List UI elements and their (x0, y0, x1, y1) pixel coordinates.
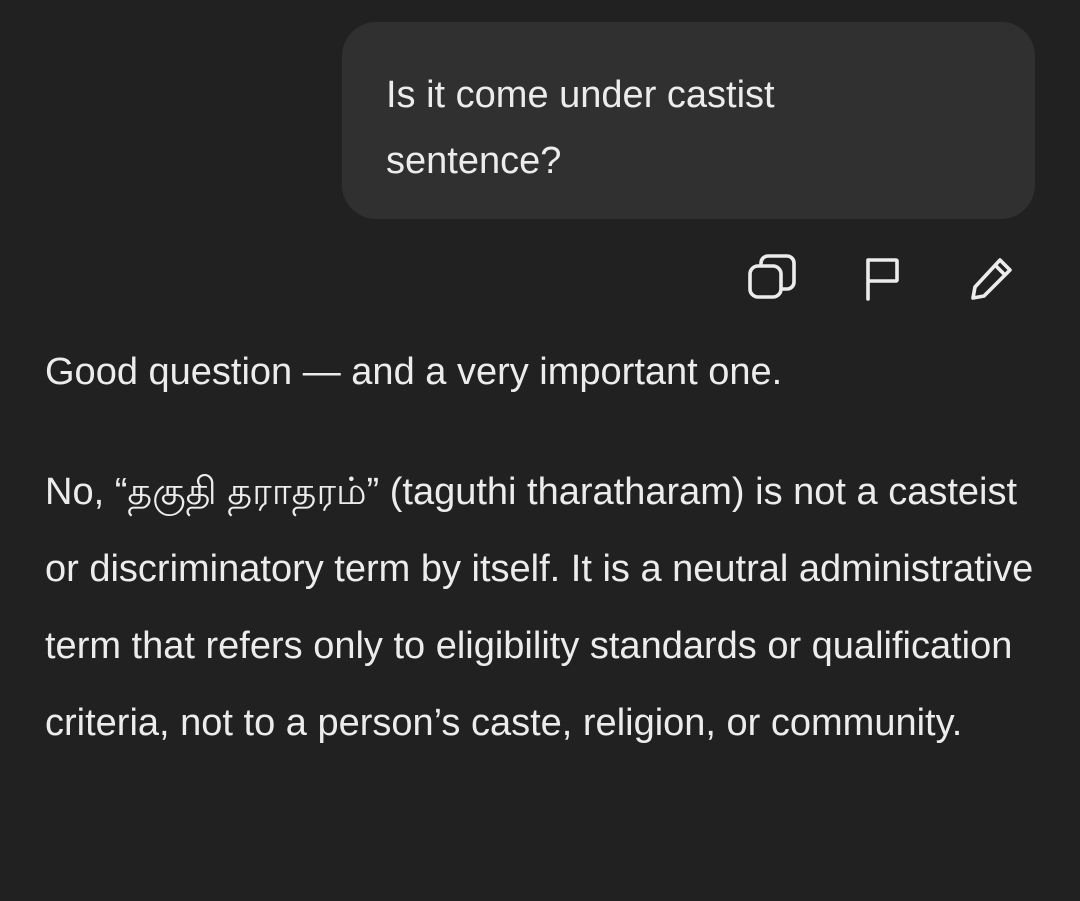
message-actions (740, 250, 1030, 306)
user-message-bubble: Is it come under castist sentence? (342, 22, 1035, 219)
assistant-paragraph: No, “தகுதி தராதரம்” (taguthi tharatharam… (45, 471, 1034, 744)
pencil-icon (968, 254, 1016, 302)
assistant-paragraph: Good question — and a very important one… (45, 351, 783, 393)
flag-icon (860, 255, 904, 301)
copy-button[interactable] (742, 250, 802, 306)
edit-button[interactable] (962, 250, 1022, 306)
assistant-message: Good question — and a very important one… (45, 336, 1035, 762)
copy-icon (747, 253, 797, 303)
user-message-text: Is it come under castist sentence? (386, 74, 775, 182)
report-button[interactable] (852, 250, 912, 306)
chat-view: Is it come under castist sentence? Good … (0, 0, 1080, 901)
